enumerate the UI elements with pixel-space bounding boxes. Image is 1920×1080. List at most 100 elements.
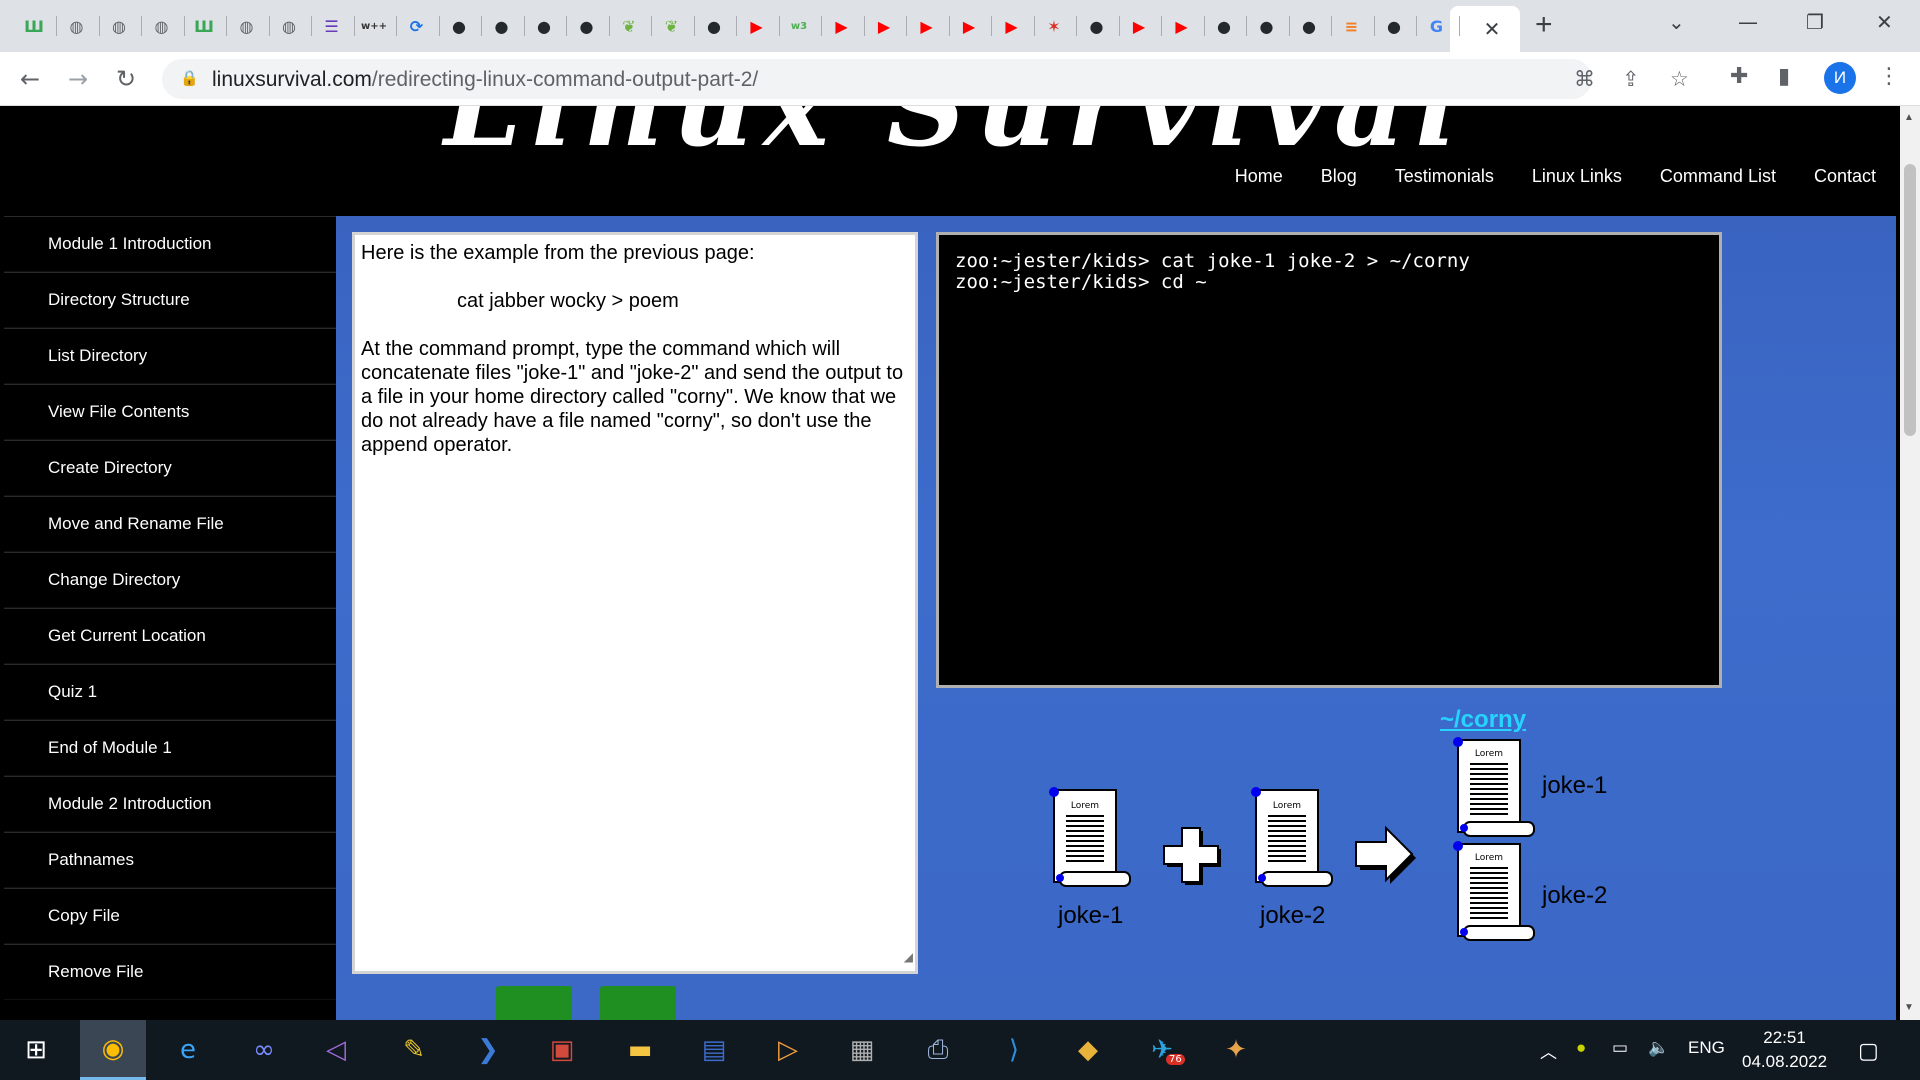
sidebar-item-pathnames[interactable]: Pathnames	[4, 832, 336, 888]
tab-github[interactable]: ●	[1079, 8, 1115, 44]
visual-studio-icon[interactable]: ◁	[316, 1030, 356, 1070]
tab-w3[interactable]: w3	[781, 8, 817, 44]
tab-wpp[interactable]: w++	[356, 8, 392, 44]
sidebar-item-directory-structure[interactable]: Directory Structure	[4, 272, 336, 328]
tab-google[interactable]: G	[1419, 8, 1455, 44]
bookmark-star-icon[interactable]: ☆	[1670, 67, 1689, 91]
terminal-window[interactable]: zoo:~jester/kids> cat joke-1 joke-2 > ~/…	[936, 232, 1722, 688]
tab-youtube[interactable]: ▶	[824, 8, 860, 44]
translate-icon[interactable]: ⌘	[1574, 67, 1595, 91]
telegram-icon[interactable]: ✈ 76	[1142, 1030, 1185, 1070]
sidebar-item-quiz-1[interactable]: Quiz 1	[4, 664, 336, 720]
tab-globe[interactable]: ◍	[271, 8, 307, 44]
nav-link-blog[interactable]: Blog	[1321, 166, 1357, 187]
restore-button[interactable]: ❐	[1806, 10, 1824, 34]
tab-youtube[interactable]: ▶	[1121, 8, 1157, 44]
chrome-taskbar-icon[interactable]: ◉	[80, 1020, 146, 1080]
toolbox-icon[interactable]: ▣	[542, 1030, 582, 1070]
close-window-button[interactable]: ✕	[1876, 10, 1893, 34]
tab-youtube[interactable]: ▶	[739, 8, 775, 44]
tab-search-icon[interactable]: ⌄	[1668, 10, 1685, 34]
url-text[interactable]: linuxsurvival.com/redirecting-linux-comm…	[212, 68, 758, 92]
forward-icon[interactable]: →	[68, 64, 88, 94]
tab-youtube[interactable]: ▶	[866, 8, 902, 44]
tab-leaf[interactable]: ❦	[611, 8, 647, 44]
tab-globe[interactable]: ◍	[59, 8, 95, 44]
profile-avatar[interactable]: И	[1824, 62, 1856, 94]
tab-github[interactable]: ●	[526, 8, 562, 44]
tab-globe[interactable]: ◍	[144, 8, 180, 44]
sidebar-item-end-of-module-1[interactable]: End of Module 1	[4, 720, 336, 776]
tab-figure[interactable]: ✶	[1036, 8, 1072, 44]
resize-handle-icon[interactable]: ◢	[904, 945, 913, 969]
active-tab[interactable]: ✕	[1450, 6, 1520, 52]
media-player-icon[interactable]: ▷	[768, 1030, 808, 1070]
reload-icon[interactable]: ↻	[116, 64, 136, 94]
system-clock[interactable]: 22:51 04.08.2022	[1742, 1026, 1827, 1074]
sidebar-item-change-directory[interactable]: Change Directory	[4, 552, 336, 608]
tab-youtube[interactable]: ▶	[951, 8, 987, 44]
lock-icon[interactable]: 🔒	[180, 69, 199, 87]
tab-youtube[interactable]: ▶	[909, 8, 945, 44]
tab-github[interactable]: ●	[1249, 8, 1285, 44]
tab-stackoverflow[interactable]: ≡	[1334, 8, 1370, 44]
tray-chevron-icon[interactable]: ︿	[1540, 1038, 1557, 1063]
sidebar-item-list-directory[interactable]: List Directory	[4, 328, 336, 384]
tray-app-icon[interactable]: ●	[1576, 1038, 1586, 1058]
side-panel-icon[interactable]: ▮	[1778, 64, 1790, 89]
tab-github[interactable]: ●	[441, 8, 477, 44]
volume-icon[interactable]: 🔈	[1648, 1038, 1669, 1058]
tab-list[interactable]: ☰	[314, 8, 350, 44]
lesson-textarea[interactable]: Here is the example from the previous pa…	[352, 232, 918, 974]
tab-github[interactable]: ●	[1376, 8, 1412, 44]
sidebar-item-get-current-location[interactable]: Get Current Location	[4, 608, 336, 664]
floppy-save-icon[interactable]: ▤	[694, 1030, 734, 1070]
tab-youtube[interactable]: ▶	[1164, 8, 1200, 44]
close-tab-icon[interactable]: ✕	[1484, 17, 1501, 42]
page-scrollbar[interactable]: ▲ ▼	[1900, 106, 1920, 1020]
nav-link-command-list[interactable]: Command List	[1660, 166, 1776, 187]
sidebar-item-copy-file[interactable]: Copy File	[4, 888, 336, 944]
file-explorer-icon[interactable]: ▬	[620, 1030, 660, 1070]
calculator-icon[interactable]: ▦	[842, 1030, 882, 1070]
back-icon[interactable]: ←	[20, 64, 40, 94]
new-tab-button[interactable]: +	[1535, 10, 1553, 40]
remote-desktop-icon[interactable]: ⎙	[918, 1030, 958, 1070]
address-bar[interactable]: 🔒 linuxsurvival.com/redirecting-linux-co…	[162, 59, 1689, 99]
tab-github[interactable]: ●	[1206, 8, 1242, 44]
next-page-button[interactable]	[600, 986, 676, 1020]
tab-sync[interactable]: ⟳	[399, 8, 435, 44]
previous-page-button[interactable]	[496, 986, 572, 1020]
nav-link-home[interactable]: Home	[1235, 166, 1283, 187]
battery-icon[interactable]: ▭	[1612, 1038, 1628, 1058]
sidebar-item-module-2-introduction[interactable]: Module 2 Introduction	[4, 776, 336, 832]
nav-link-linux-links[interactable]: Linux Links	[1532, 166, 1622, 187]
tab-github[interactable]: ●	[696, 8, 732, 44]
tab-coding-site[interactable]: Ш	[186, 8, 222, 44]
share-icon[interactable]: ⇪	[1622, 67, 1640, 91]
menu-kebab-icon[interactable]: ⋮	[1878, 64, 1900, 89]
sidebar-item-move-and-rename-file[interactable]: Move and Rename File	[4, 496, 336, 552]
nav-link-contact[interactable]: Contact	[1814, 166, 1876, 187]
tab-globe[interactable]: ◍	[229, 8, 265, 44]
sidebar-item-view-file-contents[interactable]: View File Contents	[4, 384, 336, 440]
sidebar-item-remove-file[interactable]: Remove File	[4, 944, 336, 1000]
scroll-up-icon[interactable]: ▲	[1904, 112, 1914, 123]
infinity-app-icon[interactable]: ∞	[244, 1030, 284, 1070]
vscode-icon[interactable]: ⟩	[994, 1030, 1034, 1070]
sidebar-item-create-directory[interactable]: Create Directory	[4, 440, 336, 496]
tab-coding-site[interactable]: Ш	[16, 8, 52, 44]
sidebar-item-module-1-introduction[interactable]: Module 1 Introduction	[4, 216, 336, 272]
tab-github[interactable]: ●	[1291, 8, 1327, 44]
notifications-icon[interactable]: ▢	[1858, 1038, 1879, 1064]
minimize-button[interactable]: —	[1738, 10, 1758, 34]
tab-leaf[interactable]: ❦	[654, 8, 690, 44]
powershell-icon[interactable]: ❯	[468, 1030, 508, 1070]
tab-github[interactable]: ●	[569, 8, 605, 44]
tab-globe[interactable]: ◍	[101, 8, 137, 44]
paint-icon[interactable]: ✦	[1216, 1030, 1256, 1070]
tab-youtube[interactable]: ▶	[994, 8, 1030, 44]
start-windows-icon[interactable]: ⊞	[16, 1030, 56, 1070]
git-icon[interactable]: ◆	[1068, 1030, 1108, 1070]
tool-app-icon[interactable]: ✎	[394, 1030, 434, 1070]
